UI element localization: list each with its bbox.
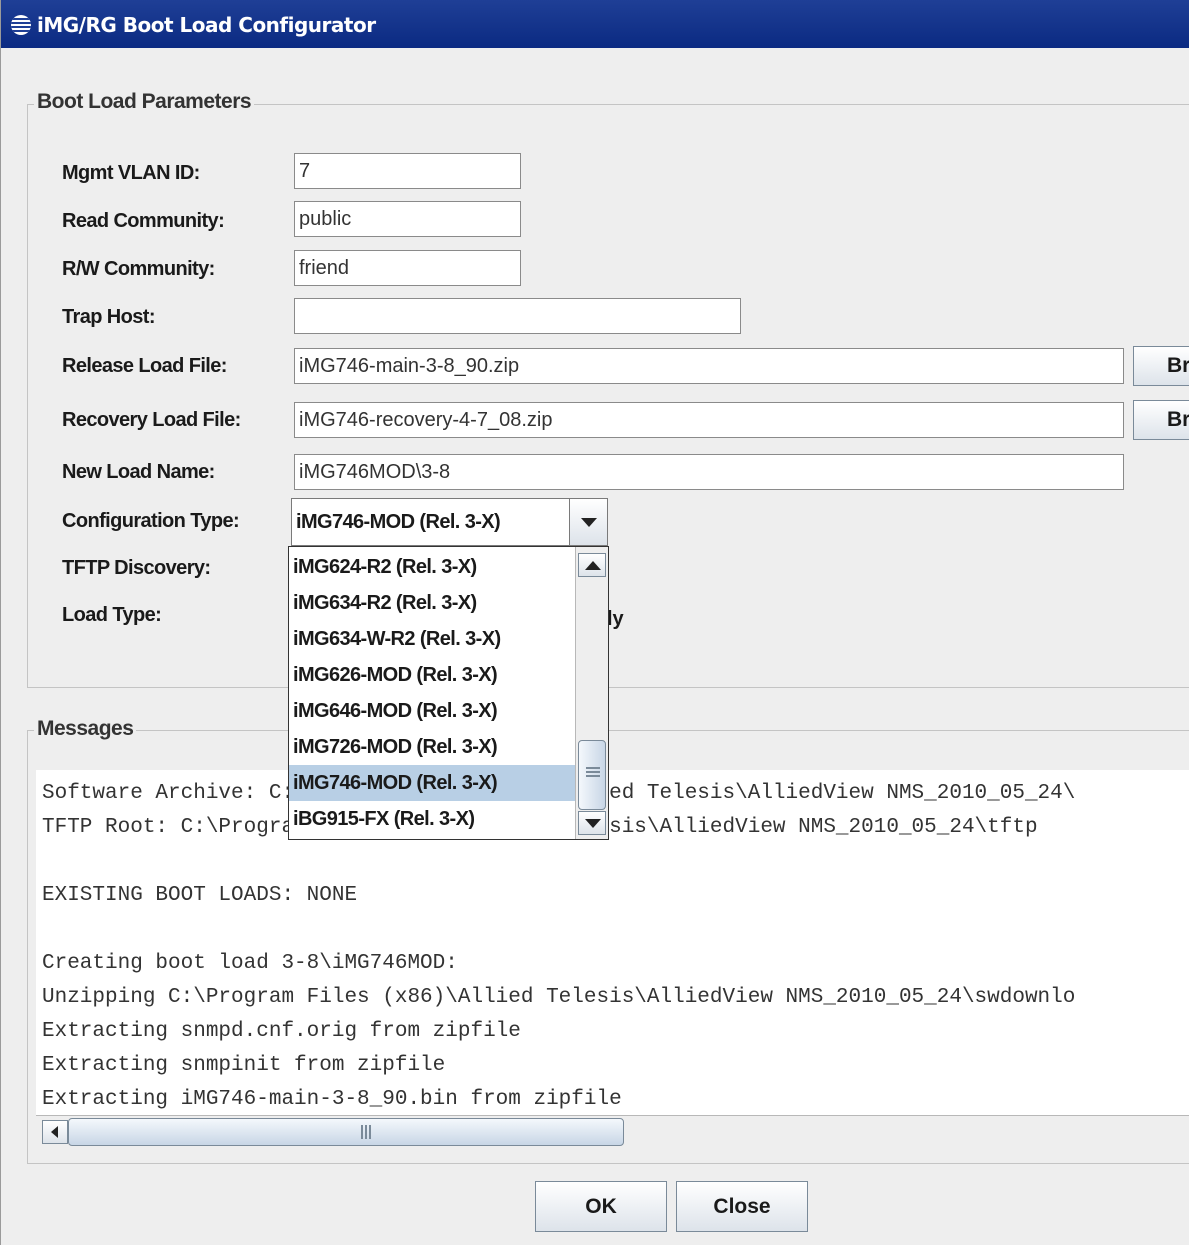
scroll-up-button[interactable] bbox=[578, 553, 606, 577]
grip-icon bbox=[586, 775, 600, 777]
recovery-load-field[interactable]: iMG746-recovery-4-7_08.zip bbox=[294, 402, 1124, 438]
release-load-field[interactable]: iMG746-main-3-8_90.zip bbox=[294, 348, 1124, 384]
dropdown-scrollbar-thumb[interactable] bbox=[578, 740, 606, 810]
recovery-browse-button[interactable]: Br bbox=[1133, 400, 1189, 440]
app-globe-icon bbox=[11, 15, 31, 35]
message-line: EXISTING BOOT LOADS: NONE bbox=[42, 884, 358, 907]
trap-host-field[interactable] bbox=[294, 298, 741, 334]
recovery-load-label: Recovery Load File: bbox=[62, 409, 241, 431]
load-type-label: Load Type: bbox=[62, 604, 162, 626]
scrollbar-thumb[interactable] bbox=[68, 1118, 624, 1146]
arrow-up-icon bbox=[585, 561, 601, 570]
close-button[interactable]: Close bbox=[676, 1181, 808, 1232]
load-type-option-partial[interactable]: ly bbox=[607, 608, 624, 631]
release-load-label: Release Load File: bbox=[62, 355, 227, 377]
combo-dropdown-button[interactable] bbox=[569, 499, 607, 545]
mgmt-vlan-label: Mgmt VLAN ID: bbox=[62, 162, 200, 184]
boot-load-configurator-window: iMG/RG Boot Load Configurator Boot Load … bbox=[0, 0, 1189, 1245]
configuration-type-combo[interactable]: iMG746-MOD (Rel. 3-X) bbox=[291, 498, 608, 546]
grip-icon bbox=[586, 771, 600, 773]
release-browse-button[interactable]: Br bbox=[1133, 346, 1189, 386]
new-load-name-label: New Load Name: bbox=[62, 461, 215, 483]
configuration-type-dropdown-list[interactable]: iMG624-R2 (Rel. 3-X) iMG634-R2 (Rel. 3-X… bbox=[288, 546, 609, 840]
dropdown-option[interactable]: iMG726-MOD (Rel. 3-X) bbox=[289, 729, 575, 765]
grip-icon bbox=[361, 1125, 363, 1139]
grip-icon bbox=[365, 1125, 367, 1139]
title-bar: iMG/RG Boot Load Configurator bbox=[1, 0, 1189, 48]
dropdown-option[interactable]: iMG634-W-R2 (Rel. 3-X) bbox=[289, 621, 575, 657]
ok-button[interactable]: OK bbox=[535, 1181, 667, 1232]
dropdown-option[interactable]: iMG624-R2 (Rel. 3-X) bbox=[289, 549, 575, 585]
dropdown-option[interactable]: iMG626-MOD (Rel. 3-X) bbox=[289, 657, 575, 693]
mgmt-vlan-field[interactable]: 7 bbox=[294, 153, 521, 189]
boot-load-parameters-title: Boot Load Parameters bbox=[34, 90, 255, 114]
message-line: Extracting snmpinit from zipfile bbox=[42, 1054, 446, 1077]
message-line: Unzipping C:\Program Files (x86)\Allied … bbox=[42, 986, 1076, 1009]
chevron-down-icon bbox=[581, 518, 597, 527]
dropdown-option[interactable]: iMG646-MOD (Rel. 3-X) bbox=[289, 693, 575, 729]
dropdown-option[interactable]: iBG915-FX (Rel. 3-X) bbox=[289, 801, 575, 837]
trap-host-label: Trap Host: bbox=[62, 306, 156, 328]
arrow-down-icon bbox=[585, 819, 601, 828]
read-community-field[interactable]: public bbox=[294, 201, 521, 237]
rw-community-field[interactable]: friend bbox=[294, 250, 521, 286]
grip-icon bbox=[586, 767, 600, 769]
new-load-name-field[interactable]: iMG746MOD\3-8 bbox=[294, 454, 1124, 490]
dropdown-vertical-scrollbar[interactable] bbox=[575, 547, 608, 839]
window-title: iMG/RG Boot Load Configurator bbox=[37, 13, 376, 37]
grip-icon bbox=[369, 1125, 371, 1139]
scroll-down-button[interactable] bbox=[578, 811, 606, 835]
dropdown-option[interactable]: iMG634-R2 (Rel. 3-X) bbox=[289, 585, 575, 621]
message-line: Extracting iMG746-main-3-8_90.bin from z… bbox=[42, 1088, 622, 1111]
arrow-left-icon bbox=[51, 1126, 58, 1138]
messages-text-area[interactable]: Software Archive: C:\Program Files (x86)… bbox=[36, 770, 1189, 1115]
tftp-discovery-label: TFTP Discovery: bbox=[62, 557, 211, 579]
message-line: Creating boot load 3-8\iMG746MOD: bbox=[42, 952, 458, 975]
configuration-type-value: iMG746-MOD (Rel. 3-X) bbox=[296, 511, 501, 533]
configuration-type-label: Configuration Type: bbox=[62, 510, 240, 532]
message-line: Extracting snmpd.cnf.orig from zipfile bbox=[42, 1020, 521, 1043]
dropdown-option-selected[interactable]: iMG746-MOD (Rel. 3-X) bbox=[289, 765, 575, 801]
scroll-left-button[interactable] bbox=[42, 1120, 68, 1144]
messages-horizontal-scrollbar[interactable] bbox=[36, 1115, 1189, 1147]
messages-title: Messages bbox=[34, 717, 137, 741]
read-community-label: Read Community: bbox=[62, 210, 225, 232]
rw-community-label: R/W Community: bbox=[62, 258, 215, 280]
